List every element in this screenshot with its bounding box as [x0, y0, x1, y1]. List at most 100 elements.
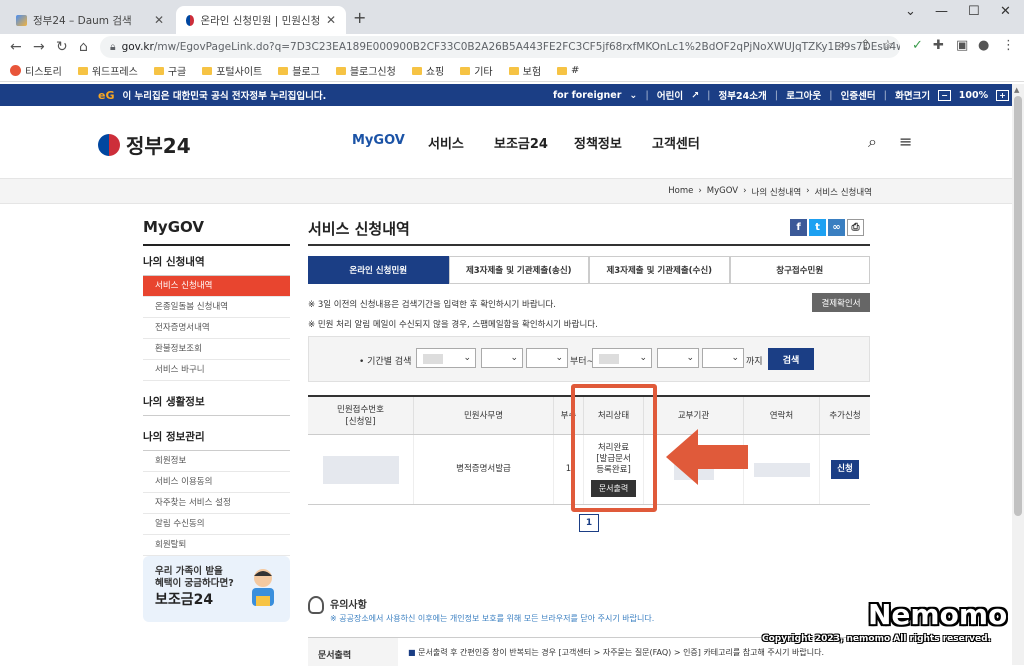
zoom-in-icon[interactable]: +	[996, 89, 1009, 101]
bookmark-folder[interactable]: 쇼핑	[411, 63, 444, 78]
end-month-select[interactable]: ⌄	[657, 348, 699, 368]
tab-third-party-received[interactable]: 제3자제출 및 기관제출(수신)	[589, 256, 730, 284]
sidebar-section-applications[interactable]: 나의 신청내역	[143, 246, 290, 276]
facebook-icon[interactable]: f	[790, 219, 807, 236]
sidebar-item-allday-care[interactable]: 온종일돌봄 신청내역	[143, 297, 290, 318]
sidebar-item-withdraw[interactable]: 회원탈퇴	[143, 535, 290, 556]
window-close-icon[interactable]: ✕	[1000, 4, 1011, 19]
breadcrumb-my-applications[interactable]: 나의 신청내역	[752, 186, 802, 198]
puzzle-icon[interactable]: ✚	[933, 38, 944, 53]
gnb-policy[interactable]: 정책정보	[574, 133, 622, 152]
profile-avatar[interactable]: ●	[978, 38, 989, 53]
notice-title: 유의사항	[330, 600, 367, 611]
back-icon[interactable]: ←	[10, 39, 22, 55]
sidebar-item-service-consent[interactable]: 서비스 이용동의	[143, 472, 290, 493]
sidebar-item-member-info[interactable]: 회원정보	[143, 451, 290, 472]
gov24-logo[interactable]: 정부24	[98, 130, 191, 159]
chevron-down-icon: ⌄	[629, 89, 638, 101]
sidebar-item-notification-consent[interactable]: 알림 수신동의	[143, 514, 290, 535]
payment-confirmation-button[interactable]: 결제확인서	[812, 293, 870, 312]
forward-icon[interactable]: →	[33, 39, 45, 55]
scrollbar-thumb[interactable]	[1014, 96, 1022, 516]
close-icon[interactable]: ✕	[154, 13, 164, 27]
bookmark-folder[interactable]: 포털사이트	[202, 63, 262, 78]
gnb-services[interactable]: 서비스	[428, 133, 464, 152]
for-foreigner-link[interactable]: for foreigner	[553, 90, 621, 101]
start-day-select[interactable]: ⌄	[526, 348, 568, 368]
browser-tab-gov24[interactable]: 온라인 신청민원 | 민원신청 내역 ... ✕	[176, 6, 346, 34]
breadcrumb-home[interactable]: Home	[668, 186, 693, 198]
sidebar-item-e-certificates[interactable]: 전자증명서내역	[143, 318, 290, 339]
copyright: Copyright 2023, nemomo All rights reserv…	[762, 634, 991, 644]
folder-icon	[508, 66, 519, 75]
watermark: Nemomo	[868, 598, 1008, 631]
sidepanel-icon[interactable]: ▣	[956, 38, 968, 53]
extension-icon[interactable]: ✓	[912, 38, 923, 53]
home-icon[interactable]: ⌂	[79, 39, 88, 55]
sidebar-item-service-applications[interactable]: 서비스 신청내역	[143, 276, 290, 297]
character-illustration-icon	[252, 569, 274, 606]
logout-link[interactable]: 로그아웃	[786, 88, 821, 102]
folder-icon	[335, 66, 346, 75]
zoom-out-icon[interactable]: −	[938, 89, 951, 101]
close-icon[interactable]: ✕	[326, 13, 336, 27]
about-link[interactable]: 정부24소개	[719, 88, 767, 102]
end-year-select[interactable]: ⌄	[592, 348, 652, 368]
folder-icon	[77, 66, 88, 75]
bookmark-folder[interactable]: #	[557, 65, 579, 76]
bookmark-folder[interactable]: 보험	[508, 63, 541, 78]
bookmark-folder[interactable]: 기타	[460, 63, 493, 78]
share-icon[interactable]: ⇪	[860, 38, 871, 53]
cert-center-link[interactable]: 인증센터	[841, 88, 876, 102]
menu-icon[interactable]: ⋮	[1002, 38, 1015, 53]
sidebar-item-favorites-setting[interactable]: 자주찾는 서비스 설정	[143, 493, 290, 514]
bookmark-folder[interactable]: 블로그	[278, 63, 320, 78]
maximize-icon[interactable]: ☐	[968, 4, 980, 19]
lock-icon: 🔒︎	[110, 40, 116, 53]
tab-online-applications[interactable]: 온라인 신청민원	[308, 256, 449, 284]
star-icon[interactable]: ☆	[882, 38, 894, 53]
browser-tab-daum[interactable]: 정부24 – Daum 검색 ✕	[6, 6, 174, 34]
hamburger-menu-icon[interactable]: ≡	[899, 132, 912, 151]
start-month-select[interactable]: ⌄	[481, 348, 523, 368]
sidebar-item-service-basket[interactable]: 서비스 바구니	[143, 360, 290, 381]
gnb-subsidy24[interactable]: 보조금24	[494, 133, 548, 152]
page-title: 서비스 신청내역	[308, 220, 410, 238]
breadcrumb-current: 서비스 신청내역	[814, 188, 872, 198]
sidebar-section-life-info[interactable]: 나의 생활정보	[143, 385, 290, 416]
reload-icon[interactable]: ↻	[56, 39, 68, 55]
gnb-mygov[interactable]: MyGOV	[352, 133, 405, 148]
start-year-select[interactable]: ⌄	[416, 348, 476, 368]
sidebar-section-info-management[interactable]: 나의 정보관리	[143, 420, 290, 451]
search-icon[interactable]: ⌕	[868, 132, 877, 152]
end-day-select[interactable]: ⌄	[702, 348, 744, 368]
page-number[interactable]: 1	[579, 514, 599, 532]
zoom-icon[interactable]: ⌕	[838, 38, 845, 53]
minimize-icon[interactable]: —	[935, 4, 948, 19]
kids-link[interactable]: 어린이	[657, 88, 683, 102]
print-icon[interactable]: ⎙	[847, 219, 864, 236]
folder-icon	[202, 66, 213, 75]
search-button[interactable]: 검색	[768, 348, 814, 370]
gnb-support[interactable]: 고객센터	[652, 133, 700, 152]
link-icon[interactable]: ∞	[828, 219, 845, 236]
bookmark-folder[interactable]: 블로그신청	[335, 63, 396, 78]
scroll-up-icon[interactable]: ▲	[1014, 86, 1019, 94]
main-content: 서비스 신청내역 f t ∞ ⎙ 온라인 신청민원 제3자제출 및 기관제출(송…	[308, 218, 870, 505]
bookmark-folder[interactable]: 구글	[153, 63, 186, 78]
address-bar[interactable]: 🔒︎ gov.kr/mw/EgovPageLink.do?q=7D3C23EA1…	[100, 36, 900, 58]
bookmark-folder[interactable]: 워드프레스	[77, 63, 138, 78]
twitter-icon[interactable]: t	[809, 219, 826, 236]
subsidy24-banner[interactable]: 우리 가족이 받을 혜택이 궁금하다면? 보조금24	[143, 556, 290, 622]
new-tab-button[interactable]: +	[353, 8, 366, 27]
notice-section: 유의사항 ※ 공공장소에서 사용하신 이후에는 개인정보 보호를 위해 모든 브…	[308, 596, 870, 624]
tab-counter-applications[interactable]: 창구접수민원	[729, 256, 870, 284]
apply-button[interactable]: 신청	[831, 460, 859, 479]
logo-text: 정부24	[126, 134, 191, 158]
application-tabs: 온라인 신청민원 제3자제출 및 기관제출(송신) 제3자제출 및 기관제출(수…	[308, 256, 870, 284]
bookmark-tistory[interactable]: 티스토리	[10, 63, 62, 78]
sidebar-item-refund[interactable]: 환불정보조회	[143, 339, 290, 360]
chevron-down-icon[interactable]: ⌄	[905, 4, 916, 19]
tab-third-party-sent[interactable]: 제3자제출 및 기관제출(송신)	[448, 256, 589, 284]
breadcrumb-mygov[interactable]: MyGOV	[707, 186, 738, 198]
